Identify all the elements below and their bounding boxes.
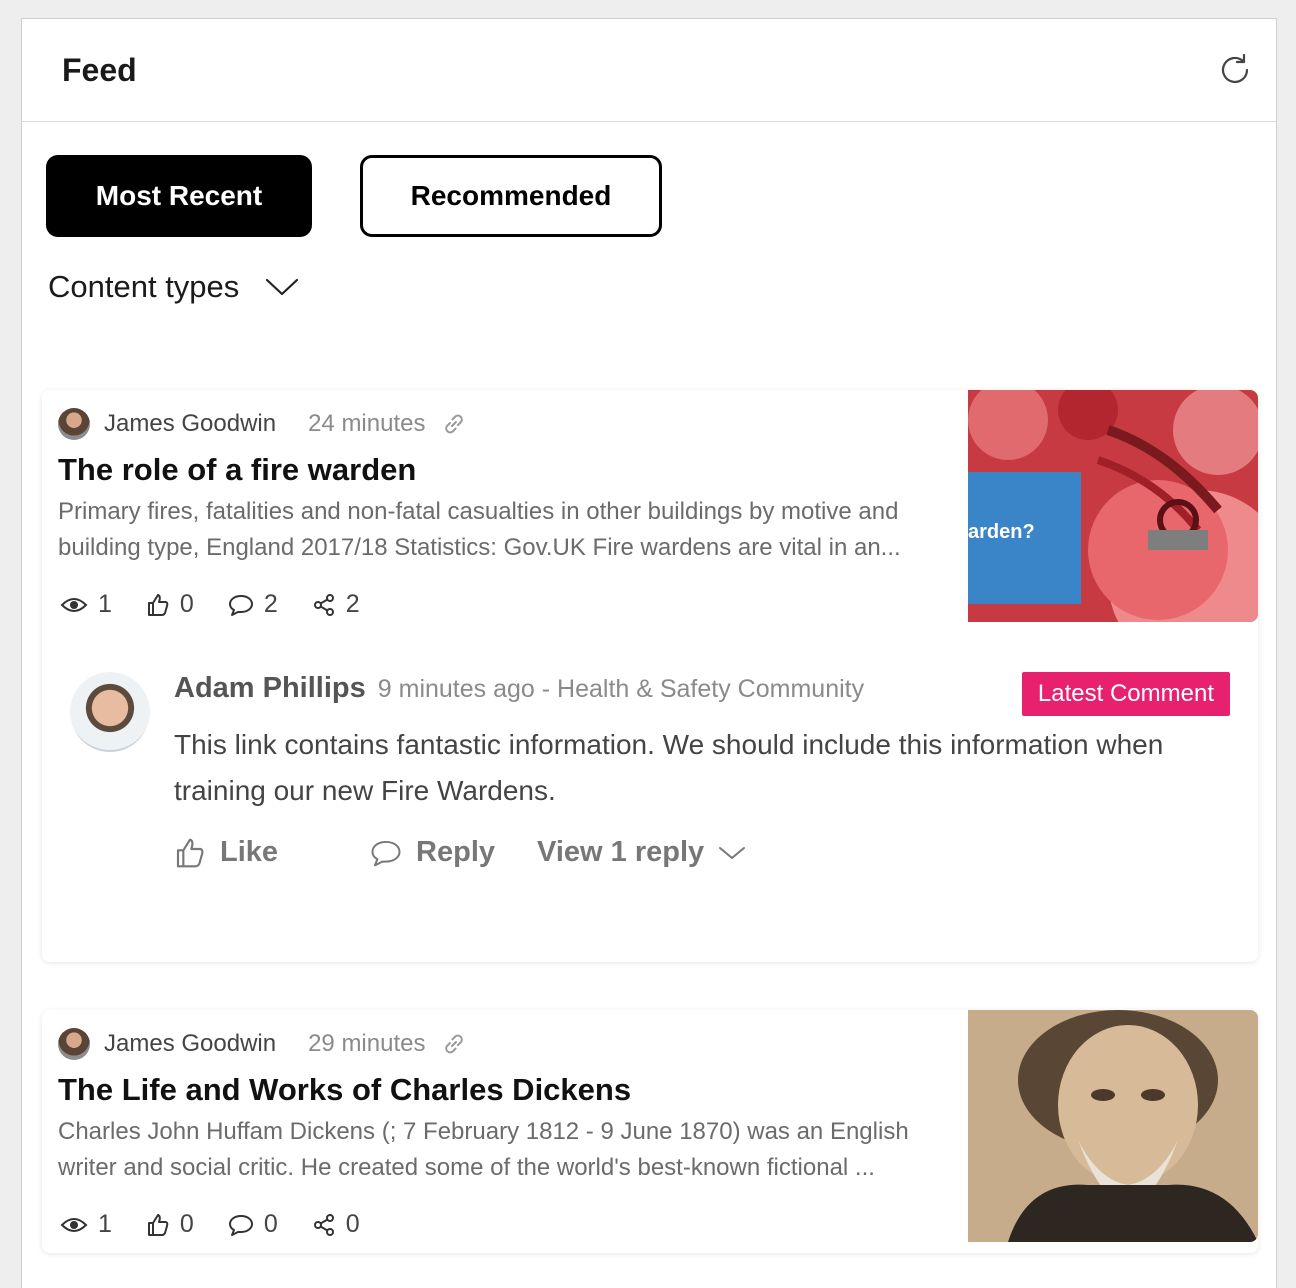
comment-header: Adam Phillips 9 minutes ago - Health & S… bbox=[174, 672, 864, 705]
tab-most-recent[interactable]: Most Recent bbox=[46, 155, 312, 237]
feed-card: James Goodwin 29 minutes The Life and Wo… bbox=[42, 1010, 1258, 1253]
thumbs-up-icon bbox=[176, 838, 204, 867]
avatar[interactable] bbox=[58, 408, 90, 440]
shares-count: 2 bbox=[345, 590, 360, 618]
post-thumbnail[interactable] bbox=[968, 1010, 1258, 1242]
comment-actions: Like Reply View 1 reply bbox=[174, 836, 746, 869]
comment-meta: 9 minutes ago - Health & Safety Communit… bbox=[377, 675, 865, 703]
views-stat: 1 bbox=[60, 1210, 112, 1239]
post-thumbnail[interactable]: arden? bbox=[968, 390, 1258, 622]
reply-label: Reply bbox=[416, 836, 496, 868]
comments-count: 2 bbox=[263, 590, 278, 618]
feed-header: Feed bbox=[22, 19, 1276, 122]
post-meta: James Goodwin 24 minutes bbox=[58, 408, 467, 440]
likes-count: 0 bbox=[179, 590, 194, 618]
likes-stat[interactable]: 0 bbox=[146, 1210, 194, 1239]
share-icon bbox=[313, 1213, 334, 1236]
content-types-dropdown[interactable]: Content types bbox=[48, 269, 299, 305]
tab-recommended[interactable]: Recommended bbox=[360, 155, 662, 237]
latest-comment-badge: Latest Comment bbox=[1021, 672, 1230, 716]
views-count: 1 bbox=[98, 1210, 112, 1238]
shares-count: 0 bbox=[345, 1210, 360, 1238]
eye-icon bbox=[60, 597, 88, 612]
comment-text: This link contains fantastic information… bbox=[174, 729, 1164, 806]
comments-stat[interactable]: 2 bbox=[228, 590, 278, 619]
shares-stat[interactable]: 2 bbox=[312, 590, 360, 619]
avatar[interactable] bbox=[58, 1028, 90, 1060]
portrait-image bbox=[968, 1010, 1258, 1242]
comments-stat[interactable]: 0 bbox=[228, 1210, 278, 1239]
post-stats: 1 0 0 0 bbox=[60, 1210, 360, 1239]
reply-button[interactable]: Reply bbox=[370, 836, 495, 869]
thumbs-up-icon bbox=[147, 593, 169, 616]
comments-count: 0 bbox=[263, 1210, 278, 1238]
link-icon[interactable] bbox=[441, 1031, 467, 1057]
feed-card: James Goodwin 24 minutes The role of a f… bbox=[42, 390, 1258, 962]
author-name[interactable]: James Goodwin bbox=[104, 410, 276, 438]
fire-extinguisher-image: arden? bbox=[968, 390, 1258, 622]
post-meta: James Goodwin 29 minutes bbox=[58, 1028, 467, 1060]
refresh-icon bbox=[1221, 53, 1249, 83]
view-replies-button[interactable]: View 1 reply bbox=[537, 836, 746, 869]
chevron-down-icon bbox=[719, 846, 746, 859]
views-stat: 1 bbox=[60, 590, 112, 619]
eye-icon bbox=[60, 1217, 88, 1232]
share-icon bbox=[313, 593, 334, 616]
post-excerpt: Primary fires, fatalities and non-fatal … bbox=[58, 498, 901, 561]
likes-count: 0 bbox=[179, 1210, 194, 1238]
like-button[interactable]: Like bbox=[174, 836, 278, 869]
shares-stat[interactable]: 0 bbox=[312, 1210, 360, 1239]
views-count: 1 bbox=[98, 590, 112, 618]
post-title[interactable]: The role of a fire warden bbox=[58, 452, 416, 488]
post-time: 29 minutes bbox=[308, 1030, 426, 1057]
thumbs-up-icon bbox=[147, 1213, 169, 1236]
image-caption-text: arden? bbox=[968, 521, 1035, 543]
post-stats: 1 0 2 2 bbox=[60, 590, 360, 619]
page-title: Feed bbox=[62, 51, 137, 88]
post-excerpt: Charles John Huffam Dickens (; 7 Februar… bbox=[58, 1118, 909, 1181]
likes-stat[interactable]: 0 bbox=[146, 590, 194, 619]
refresh-button[interactable] bbox=[1214, 49, 1256, 91]
post-time: 24 minutes bbox=[308, 410, 426, 437]
feed-tabs: Most Recent Recommended bbox=[46, 155, 662, 237]
chevron-down-icon bbox=[266, 278, 299, 296]
link-icon[interactable] bbox=[441, 411, 467, 437]
like-label: Like bbox=[220, 836, 279, 868]
comment-icon bbox=[228, 1214, 253, 1236]
view-replies-label: View 1 reply bbox=[537, 836, 705, 868]
author-name[interactable]: James Goodwin bbox=[104, 1030, 276, 1058]
content-types-label: Content types bbox=[48, 269, 240, 304]
comment-author[interactable]: Adam Phillips bbox=[174, 672, 366, 705]
feed-panel: Feed Most Recent Recommended Content typ… bbox=[21, 18, 1277, 1288]
comment-icon bbox=[371, 840, 401, 866]
comment-icon bbox=[228, 594, 253, 616]
avatar[interactable] bbox=[70, 672, 150, 752]
post-title[interactable]: The Life and Works of Charles Dickens bbox=[58, 1072, 631, 1108]
